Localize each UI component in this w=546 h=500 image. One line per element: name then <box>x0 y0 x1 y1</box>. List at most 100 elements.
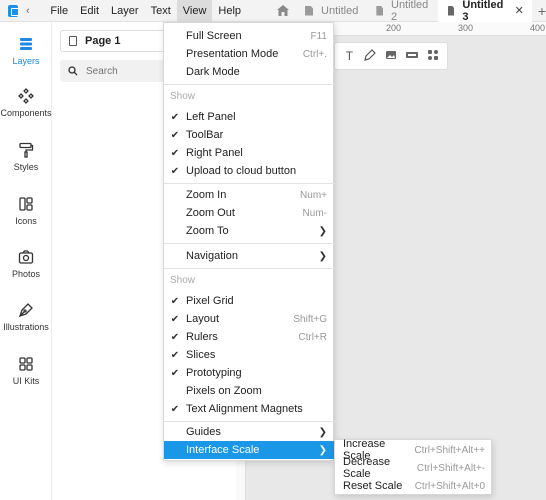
rail-item-styles[interactable]: Styles <box>0 142 52 172</box>
menu-item-decrease-scale[interactable]: Decrease Scale Ctrl+Shift+Alt+- <box>335 456 493 480</box>
menu-item-zoom-to[interactable]: Zoom To ❯ <box>164 222 335 240</box>
tab-untitled[interactable]: Untitled <box>295 0 366 22</box>
search-icon <box>68 66 78 76</box>
section-label-show: Show <box>170 275 196 286</box>
title-bar: ‹ File Edit Layer Text View Help Untitle… <box>0 0 546 23</box>
menu-separator <box>164 183 335 184</box>
menu-layer[interactable]: Layer <box>105 0 145 22</box>
menu-text[interactable]: Text <box>145 0 177 22</box>
menu-item-presentation-mode[interactable]: Presentation Mode Ctrl+. <box>164 45 335 63</box>
checkmark-icon: ✔ <box>170 111 180 123</box>
menu-separator <box>164 421 335 422</box>
menu-item-reset-scale[interactable]: Reset Scale Ctrl+Shift+Alt+0 <box>335 477 493 495</box>
tab-untitled-3[interactable]: Untitled 3 ✕ <box>437 0 532 23</box>
menu-item-rulers[interactable]: ✔ Rulers Ctrl+R <box>164 328 335 346</box>
menu-file[interactable]: File <box>44 0 74 22</box>
rail-item-ui-kits[interactable]: UI Kits <box>0 356 52 386</box>
insert-toolbar: T <box>334 42 448 70</box>
rail-label: UI Kits <box>12 376 40 386</box>
chevron-right-icon: ❯ <box>318 250 327 262</box>
tab-untitled-2[interactable]: Untitled 2 <box>366 0 437 23</box>
checkmark-icon: ✔ <box>170 313 180 325</box>
rail-item-components[interactable]: Components <box>0 88 52 118</box>
page-icon <box>69 36 77 46</box>
ruler-label: 400 <box>530 23 546 33</box>
menu-item-toolbar[interactable]: ✔ ToolBar <box>164 126 335 144</box>
checkmark-icon: ✔ <box>170 129 180 141</box>
components-icon <box>18 88 34 104</box>
ui-kits-icon <box>19 357 33 371</box>
checkmark-icon: ✔ <box>170 295 180 307</box>
menu-item-zoom-out[interactable]: Zoom Out Num- <box>164 204 335 222</box>
document-icon <box>447 5 455 16</box>
menu-item-interface-scale[interactable]: Interface Scale ❯ <box>164 441 335 459</box>
rail-item-icons[interactable]: Icons <box>0 196 52 226</box>
menu-item-left-panel[interactable]: ✔ Left Panel <box>164 108 335 126</box>
chevron-right-icon: ❯ <box>318 225 327 237</box>
menu-item-pixels-on-zoom[interactable]: Pixels on Zoom <box>164 382 335 400</box>
layers-panel: Page 1 <box>52 22 210 500</box>
document-icon <box>305 5 314 16</box>
rail-item-illustrations[interactable]: Illustrations <box>0 302 52 332</box>
checkmark-icon: ✔ <box>170 403 180 415</box>
menu-item-upload-to-cloud[interactable]: ✔ Upload to cloud button <box>164 162 335 180</box>
left-rail: Layers Components Styles Icons Photos Il… <box>0 22 52 500</box>
view-menu-dropdown: Full Screen F11 Presentation Mode Ctrl+.… <box>163 22 335 461</box>
page-label: Page 1 <box>85 35 121 47</box>
tab-label: Untitled <box>321 4 359 17</box>
checkmark-icon: ✔ <box>170 349 180 361</box>
menu-help[interactable]: Help <box>212 0 247 22</box>
button-shape-icon[interactable] <box>405 49 419 63</box>
rail-label: Icons <box>15 216 37 226</box>
ruler-label: 200 <box>386 23 402 33</box>
tab-label: Untitled 2 <box>391 0 429 23</box>
rail-item-layers[interactable]: Layers <box>0 36 52 66</box>
checkmark-icon: ✔ <box>170 331 180 343</box>
menu-view[interactable]: View <box>176 0 213 22</box>
chevron-left-icon[interactable]: ‹ <box>26 5 34 17</box>
interface-scale-submenu: Increase Scale Ctrl+Shift+Alt++ Decrease… <box>334 438 493 495</box>
close-tab-icon[interactable]: ✕ <box>515 4 524 17</box>
checkmark-icon: ✔ <box>170 147 180 159</box>
tab-label: Untitled 3 <box>462 0 504 23</box>
rail-label: Components <box>0 108 52 118</box>
menu-item-prototyping[interactable]: ✔ Prototyping <box>164 364 335 382</box>
menu-item-navigation[interactable]: Navigation ❯ <box>164 247 335 265</box>
menu-item-guides[interactable]: Guides ❯ <box>164 423 335 441</box>
components-tool-icon[interactable] <box>426 49 440 63</box>
home-icon[interactable] <box>277 0 290 22</box>
menu-item-full-screen[interactable]: Full Screen F11 <box>164 27 335 45</box>
chevron-right-icon: ❯ <box>318 426 327 438</box>
menu-item-dark-mode[interactable]: Dark Mode <box>164 63 335 81</box>
layers-icon <box>20 38 32 50</box>
rail-item-photos[interactable]: Photos <box>0 249 52 279</box>
rail-label: Layers <box>12 56 40 66</box>
image-icon[interactable] <box>384 49 398 63</box>
text-tool-icon[interactable]: T <box>342 49 356 63</box>
camera-icon <box>18 250 34 264</box>
menu-edit[interactable]: Edit <box>74 0 105 22</box>
menu-separator <box>164 84 335 85</box>
menu-item-layout[interactable]: ✔ Layout Shift+G <box>164 310 335 328</box>
menu-item-zoom-in[interactable]: Zoom In Num+ <box>164 186 335 204</box>
rail-label: Photos <box>11 269 41 279</box>
new-tab-icon[interactable]: + <box>538 3 546 19</box>
menu-item-right-panel[interactable]: ✔ Right Panel <box>164 144 335 162</box>
pen-tool-icon <box>18 303 33 318</box>
menu-item-pixel-grid[interactable]: ✔ Pixel Grid <box>164 292 335 310</box>
menu-item-slices[interactable]: ✔ Slices <box>164 346 335 364</box>
rail-label: Styles <box>13 162 39 172</box>
menu-separator <box>164 243 335 244</box>
checkmark-icon: ✔ <box>170 165 180 177</box>
pen-icon[interactable] <box>363 49 377 63</box>
app-logo-icon[interactable] <box>8 4 19 17</box>
menu-separator <box>164 268 335 269</box>
menu-bar: File Edit Layer Text View Help <box>44 0 247 22</box>
menu-item-text-alignment-magnets[interactable]: ✔ Text Alignment Magnets <box>164 400 335 418</box>
rail-label: Illustrations <box>3 322 49 332</box>
section-label-show: Show <box>170 91 196 102</box>
shapes-icon <box>19 197 33 211</box>
chevron-right-icon: ❯ <box>318 444 327 456</box>
checkmark-icon: ✔ <box>170 367 180 379</box>
ruler-label: 300 <box>458 23 474 33</box>
